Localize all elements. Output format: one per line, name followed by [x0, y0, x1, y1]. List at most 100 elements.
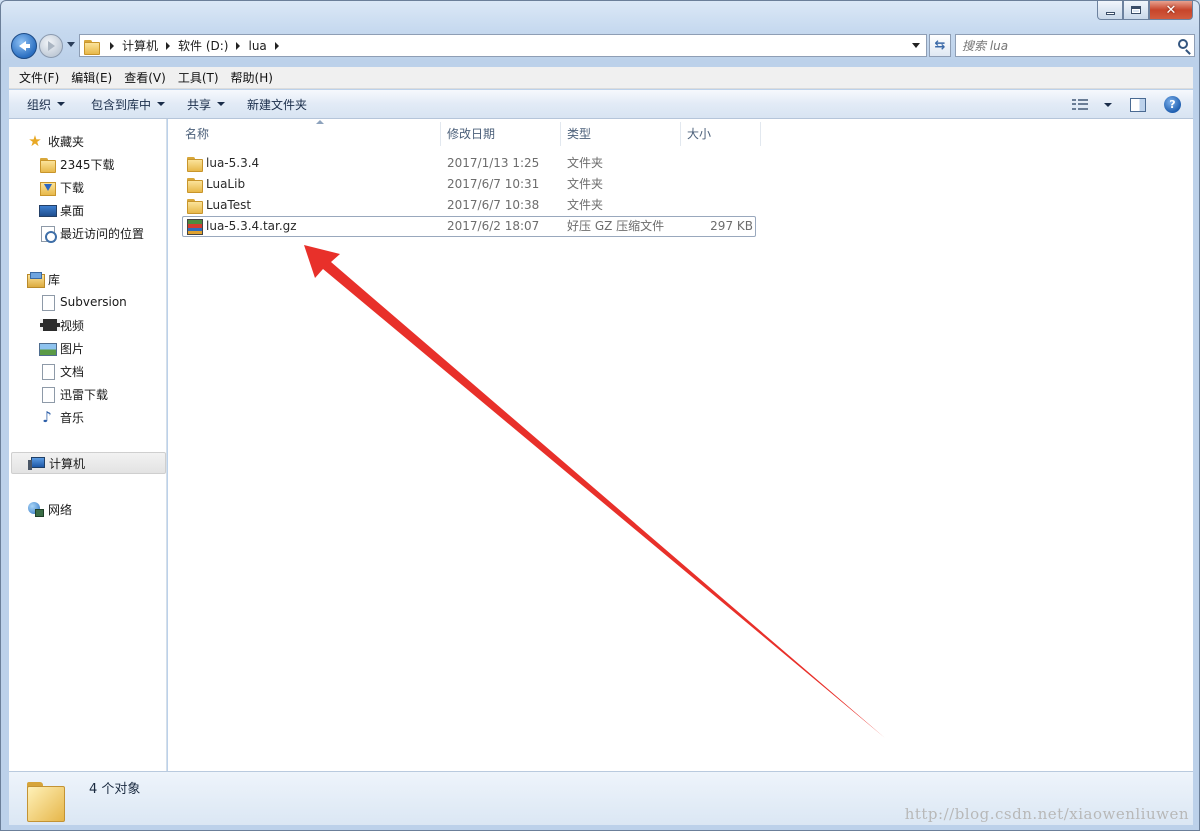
back-button[interactable] — [11, 33, 37, 59]
breadcrumb-separator[interactable] — [236, 41, 241, 50]
command-bar: 组织 包含到库中 共享 新建文件夹 ? — [9, 90, 1193, 119]
search-icon[interactable] — [1178, 39, 1188, 49]
file-row[interactable]: lua-5.3.4 2017/1/13 1:25 文件夹 — [182, 153, 756, 174]
organize-label: 组织 — [27, 97, 52, 112]
share-button[interactable]: 共享 — [179, 90, 233, 119]
nav-computer[interactable]: 计算机 — [11, 452, 166, 474]
navigation-pane: ★ 收藏夹 2345下载 下载 桌面 最近访问的位置 库 Subversion — [9, 119, 167, 771]
column-headers: 名称 修改日期 类型 大小 — [168, 120, 1193, 146]
file-modified: 2017/6/2 18:07 — [447, 219, 540, 233]
nav-item-music[interactable]: ♪ 音乐 — [9, 406, 167, 428]
maximize-button[interactable] — [1123, 1, 1149, 20]
nav-item-label: 图片 — [60, 341, 85, 356]
forward-arrow-icon — [47, 41, 55, 51]
chevron-down-icon — [217, 102, 226, 106]
breadcrumb-separator[interactable] — [166, 41, 171, 50]
music-note-icon: ♪ — [42, 408, 52, 426]
breadcrumb-drive-d[interactable]: 软件 (D:) — [178, 37, 228, 54]
help-icon[interactable]: ? — [1164, 96, 1181, 113]
file-type: 好压 GZ 压缩文件 — [567, 219, 665, 233]
preview-pane-icon[interactable] — [1130, 97, 1146, 112]
chevron-down-icon — [1104, 102, 1112, 107]
close-button[interactable]: ✕ — [1149, 1, 1193, 20]
nav-libraries[interactable]: 库 — [9, 268, 167, 290]
nav-item-subversion[interactable]: Subversion — [9, 291, 167, 313]
refresh-button[interactable]: ⇆ — [929, 34, 951, 57]
nav-item-documents[interactable]: 文档 — [9, 360, 167, 382]
chevron-down-icon — [57, 102, 66, 106]
folder-icon — [186, 197, 203, 214]
breadcrumb-separator[interactable] — [274, 41, 279, 50]
star-icon: ★ — [28, 132, 42, 150]
file-row[interactable]: LuaLib 2017/6/7 10:31 文件夹 — [182, 174, 756, 195]
nav-network[interactable]: 网络 — [9, 498, 167, 520]
file-row-selected[interactable]: lua-5.3.4.tar.gz 2017/6/2 18:07 好压 GZ 压缩… — [182, 216, 756, 237]
new-folder-button[interactable]: 新建文件夹 — [239, 90, 315, 119]
organize-button[interactable]: 组织 — [19, 90, 73, 119]
nav-item-label: 桌面 — [60, 203, 85, 218]
nav-item-2345-download[interactable]: 2345下载 — [9, 153, 167, 175]
column-header-size[interactable]: 大小 — [681, 122, 761, 146]
view-options-dropdown[interactable] — [1098, 90, 1112, 119]
file-list-pane: 名称 修改日期 类型 大小 lua-5.3.4 2017/1/13 1:25 文… — [168, 119, 1193, 771]
folder-icon — [27, 778, 65, 822]
close-icon: ✕ — [1165, 2, 1177, 18]
nav-item-videos[interactable]: 视频 — [9, 314, 167, 336]
nav-item-pictures[interactable]: 图片 — [9, 337, 167, 359]
menu-view[interactable]: 查看(V) — [118, 67, 172, 89]
recent-pages-dropdown[interactable] — [67, 42, 75, 47]
folder-icon — [186, 176, 203, 193]
nav-item-label: 下载 — [60, 180, 85, 195]
minimize-button[interactable] — [1097, 1, 1123, 20]
nav-favorites-label: 收藏夹 — [48, 134, 85, 149]
nav-computer-label: 计算机 — [49, 456, 86, 471]
menu-edit[interactable]: 编辑(E) — [65, 67, 118, 89]
breadcrumb-lua[interactable]: lua — [248, 39, 266, 53]
file-modified: 2017/6/7 10:38 — [447, 198, 540, 212]
column-header-name[interactable]: 名称 — [179, 120, 441, 146]
column-header-type[interactable]: 类型 — [561, 122, 681, 146]
search-input[interactable] — [956, 35, 1166, 56]
explorer-window: ✕ 计算机 软件 (D:) lua ⇆ 文件(F) 编辑(E) 查看(V) 工具… — [0, 0, 1200, 831]
status-bar: 4 个对象 http://blog.csdn.net/xiaowenliuwen — [9, 771, 1193, 825]
file-size: 297 KB — [710, 219, 753, 233]
include-library-label: 包含到库中 — [91, 97, 152, 112]
include-in-library-button[interactable]: 包含到库中 — [83, 90, 173, 119]
breadcrumb-separator[interactable] — [110, 41, 114, 50]
column-header-modified[interactable]: 修改日期 — [441, 122, 561, 146]
folder-icon — [39, 156, 56, 173]
sort-ascending-icon — [316, 120, 324, 124]
nav-network-label: 网络 — [48, 502, 73, 517]
forward-button[interactable] — [39, 34, 63, 58]
column-name-label: 名称 — [185, 127, 210, 141]
recent-places-icon — [39, 225, 57, 243]
address-bar[interactable]: 计算机 软件 (D:) lua — [79, 34, 927, 57]
column-size-label: 大小 — [687, 127, 712, 141]
breadcrumb-computer[interactable]: 计算机 — [122, 37, 158, 54]
nav-item-downloads[interactable]: 下载 — [9, 176, 167, 198]
new-folder-label: 新建文件夹 — [247, 97, 308, 112]
menu-tools[interactable]: 工具(T) — [172, 67, 225, 89]
nav-item-desktop[interactable]: 桌面 — [9, 199, 167, 221]
menu-help[interactable]: 帮助(H) — [225, 67, 279, 89]
nav-item-thunder-download[interactable]: 迅雷下载 — [9, 383, 167, 405]
chevron-down-icon — [157, 102, 166, 106]
file-name: LuaLib — [206, 177, 246, 191]
video-library-icon — [39, 317, 60, 333]
watermark: http://blog.csdn.net/xiaowenliuwen — [904, 805, 1189, 823]
file-modified: 2017/6/7 10:31 — [447, 177, 540, 191]
window-caption-buttons: ✕ — [1097, 1, 1193, 21]
change-view-icon[interactable] — [1072, 98, 1088, 111]
file-row[interactable]: LuaTest 2017/6/7 10:38 文件夹 — [182, 195, 756, 216]
download-library-icon — [39, 386, 55, 403]
nav-favorites[interactable]: ★ 收藏夹 — [9, 130, 167, 152]
menu-file[interactable]: 文件(F) — [13, 67, 65, 89]
desktop-icon — [39, 202, 57, 218]
network-icon — [27, 501, 44, 517]
address-history-dropdown[interactable] — [912, 43, 920, 48]
search-box — [955, 34, 1195, 57]
file-name: lua-5.3.4 — [206, 156, 260, 170]
pictures-library-icon — [39, 340, 57, 356]
column-modified-label: 修改日期 — [447, 127, 496, 141]
nav-item-recent-places[interactable]: 最近访问的位置 — [9, 222, 167, 244]
